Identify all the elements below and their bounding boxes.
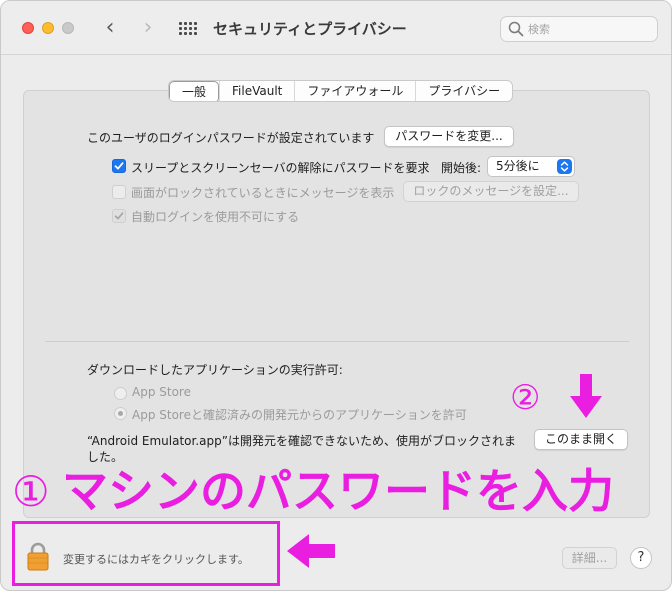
search-input[interactable]: [528, 20, 648, 38]
forward-chevron-icon[interactable]: ›: [137, 15, 159, 41]
show-all-grid-icon[interactable]: [179, 22, 197, 36]
help-button[interactable]: ?: [630, 547, 652, 569]
require-password-checkbox[interactable]: [112, 159, 126, 173]
search-field[interactable]: [500, 16, 658, 42]
change-password-button[interactable]: パスワードを変更...: [384, 126, 514, 147]
checkmark-icon: [114, 162, 124, 170]
radio-identified-developers-label: App Storeと確認済みの開発元からのアプリケーションを許可: [132, 408, 467, 422]
tab-general[interactable]: 一般: [169, 81, 220, 101]
step1-instruction: マシンのパスワードを入力: [62, 464, 614, 518]
minimize-window-button[interactable]: [42, 22, 54, 34]
close-window-button[interactable]: [22, 22, 34, 34]
require-password-label: スリープとスクリーンセーバの解除にパスワードを要求: [131, 161, 430, 175]
checkmark-icon: [114, 212, 124, 220]
window-title: セキュリティとプライバシー: [213, 20, 407, 38]
advanced-button[interactable]: 詳細...: [562, 547, 617, 569]
step2-down-arrow-icon: [570, 374, 602, 418]
lock-highlight-box: [12, 521, 280, 586]
tab-filevault[interactable]: FileVault: [219, 81, 294, 101]
set-lock-message-button[interactable]: ロックのメッセージを設定...: [403, 181, 579, 202]
search-icon: [508, 21, 524, 37]
section-divider: [45, 341, 629, 342]
blocked-message-line2: した。: [87, 450, 124, 464]
select-arrows-icon: [557, 159, 572, 174]
back-chevron-icon[interactable]: ‹: [99, 15, 121, 41]
lock-message-checkbox[interactable]: [112, 185, 126, 199]
radio-identified-developers[interactable]: [114, 407, 127, 420]
disable-autologin-checkbox[interactable]: [112, 209, 126, 223]
step2-marker: ②: [510, 378, 541, 418]
lock-message-label: 画面がロックされているときにメッセージを表示: [131, 186, 395, 200]
blocked-message-line1: “Android Emulator.app”は開発元を確認できないため、使用がブ…: [87, 434, 516, 448]
radio-app-store[interactable]: [114, 387, 127, 400]
title-bar: ‹ › セキュリティとプライバシー: [1, 1, 671, 55]
step1-left-arrow-icon: [287, 534, 335, 568]
start-after-value: 5分後に: [496, 159, 540, 173]
radio-app-store-label: App Store: [132, 385, 191, 399]
zoom-window-button[interactable]: [62, 22, 74, 34]
start-after-label: 開始後:: [441, 161, 482, 175]
start-after-select[interactable]: 5分後に: [487, 156, 575, 177]
step1-marker: ①: [12, 467, 50, 516]
downloads-heading: ダウンロードしたアプリケーションの実行許可:: [87, 363, 343, 377]
tab-bar: 一般 FileVault ファイアウォール プライバシー: [168, 80, 514, 102]
disable-autologin-label: 自動ログインを使用不可にする: [131, 210, 300, 224]
tab-privacy[interactable]: プライバシー: [415, 81, 512, 101]
tab-firewall[interactable]: ファイアウォール: [294, 81, 415, 101]
open-anyway-button[interactable]: このまま開く: [534, 429, 628, 450]
password-set-text: このユーザのログインパスワードが設定されています: [87, 131, 375, 145]
